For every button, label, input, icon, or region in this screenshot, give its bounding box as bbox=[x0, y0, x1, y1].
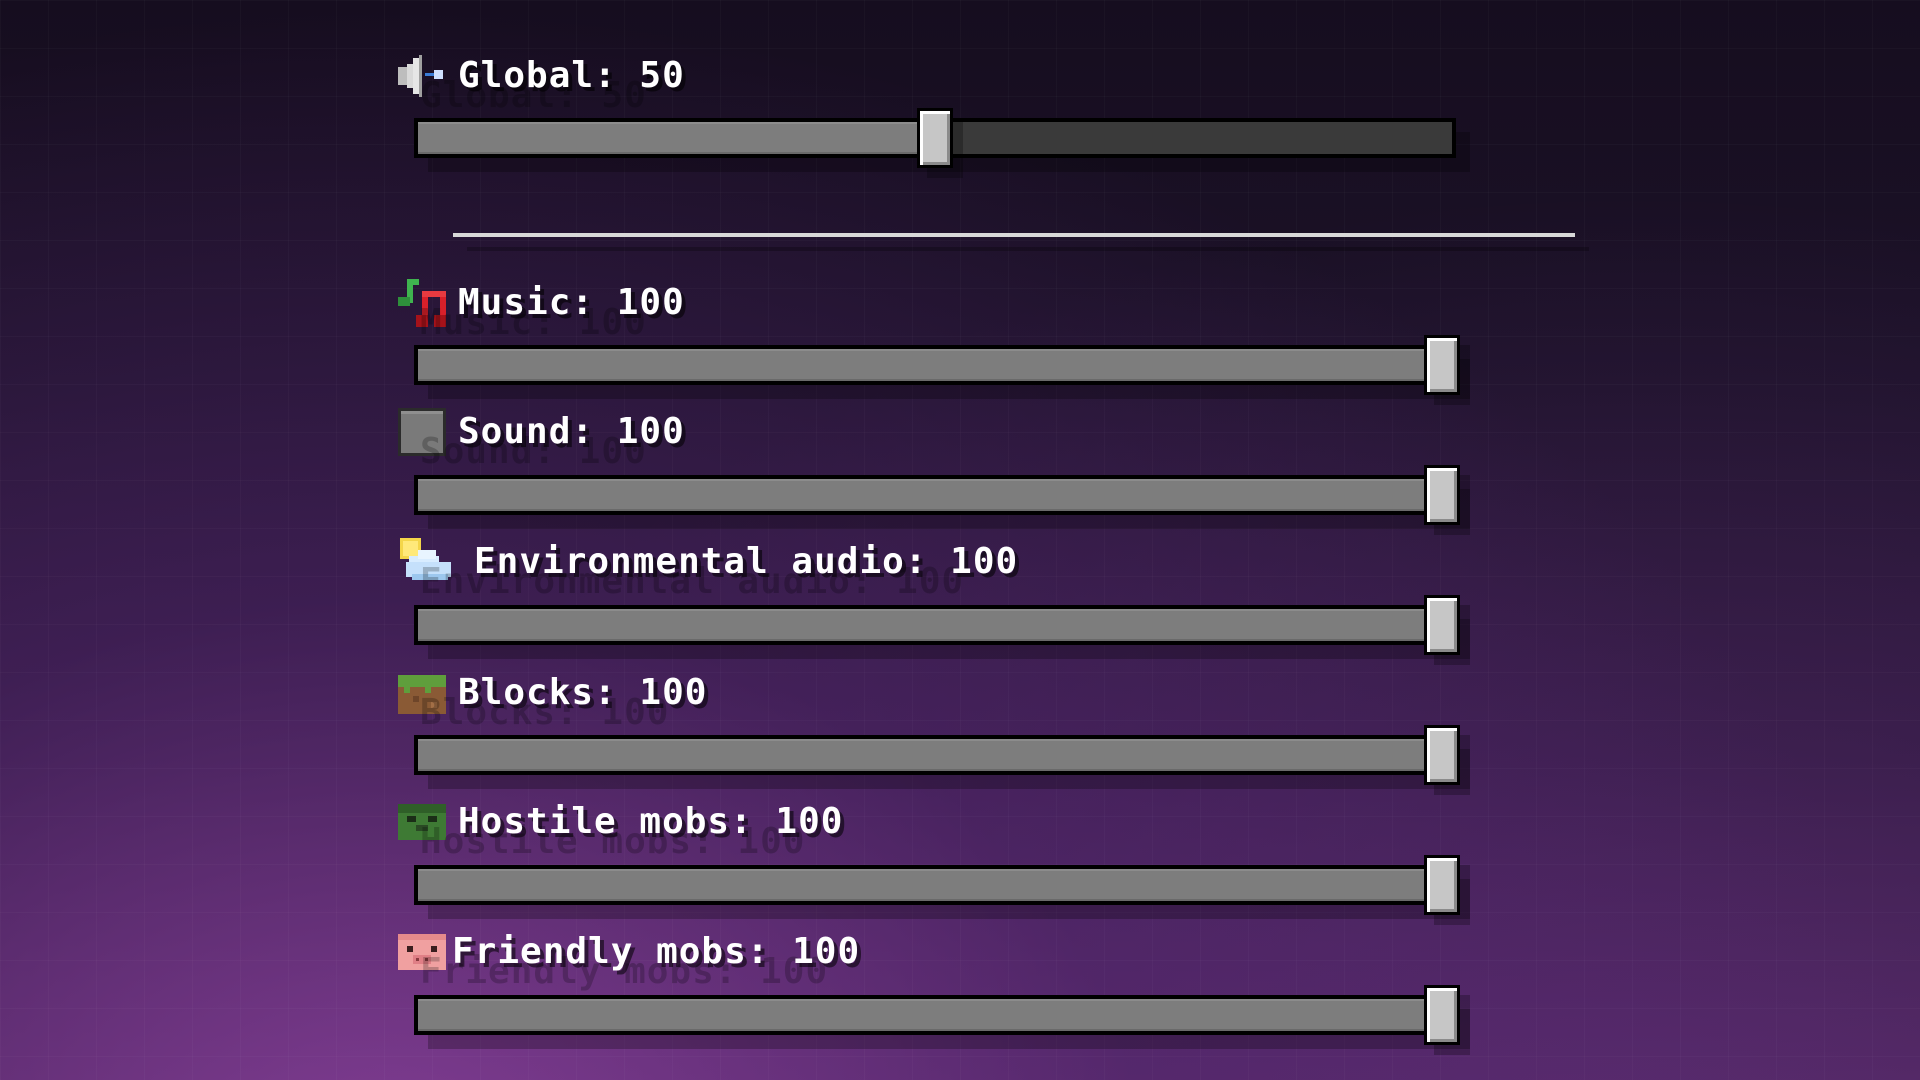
music-volume-slider[interactable] bbox=[414, 335, 1460, 395]
sound-volume-slider[interactable] bbox=[414, 465, 1460, 525]
environment-volume-label-line: Environmental audio: 100 Environmental a… bbox=[398, 536, 1019, 602]
slider-knob[interactable] bbox=[1424, 985, 1460, 1045]
environment-volume-label: Environmental audio: 100 bbox=[474, 541, 1019, 582]
pig-head-icon bbox=[398, 928, 446, 976]
slider-knob[interactable] bbox=[917, 108, 953, 168]
slider-fill bbox=[418, 999, 1452, 1031]
slider-fill bbox=[418, 869, 1452, 901]
zombie-head-icon bbox=[398, 798, 446, 846]
sound-volume-label-line: Sound: 100 Sound: 100 bbox=[398, 406, 685, 472]
friendly-volume-label: Friendly mobs: 100 bbox=[452, 931, 861, 972]
slider-fill bbox=[418, 609, 1452, 641]
speaker-icon bbox=[398, 52, 446, 100]
blocks-volume-slider[interactable] bbox=[414, 725, 1460, 785]
slider-fill bbox=[418, 349, 1452, 381]
grass-block-icon bbox=[398, 669, 446, 717]
music-volume-label-line: Music: 100 Music: 100 bbox=[398, 277, 685, 343]
slider-fill bbox=[418, 739, 1452, 771]
global-volume-slider[interactable] bbox=[414, 108, 1456, 168]
slider-knob[interactable] bbox=[1424, 855, 1460, 915]
slider-fill bbox=[418, 122, 935, 154]
hostile-volume-label-line: Hostile mobs: 100 Hostile mobs: 100 bbox=[398, 796, 844, 862]
slider-knob[interactable] bbox=[1424, 335, 1460, 395]
hostile-volume-label: Hostile mobs: 100 bbox=[458, 801, 844, 842]
section-divider bbox=[453, 233, 1575, 237]
friendly-volume-slider[interactable] bbox=[414, 985, 1460, 1045]
slider-fill bbox=[418, 479, 1452, 511]
sound-volume-label: Sound: 100 bbox=[458, 411, 685, 452]
blocks-volume-label: Blocks: 100 bbox=[458, 672, 708, 713]
music-volume-label: Music: 100 bbox=[458, 282, 685, 323]
hostile-volume-slider[interactable] bbox=[414, 855, 1460, 915]
gray-block-icon bbox=[398, 408, 446, 456]
music-notes-icon bbox=[398, 279, 446, 327]
sun-cloud-icon bbox=[398, 538, 462, 586]
slider-knob[interactable] bbox=[1424, 725, 1460, 785]
slider-knob[interactable] bbox=[1424, 465, 1460, 525]
global-volume-label-line: Global: 50 Global: 50 bbox=[398, 50, 685, 116]
friendly-volume-label-line: Friendly mobs: 100 Friendly mobs: 100 bbox=[398, 926, 861, 992]
blocks-volume-label-line: Blocks: 100 Blocks: 100 bbox=[398, 667, 708, 733]
environment-volume-slider[interactable] bbox=[414, 595, 1460, 655]
slider-knob[interactable] bbox=[1424, 595, 1460, 655]
global-volume-label: Global: 50 bbox=[458, 55, 685, 96]
